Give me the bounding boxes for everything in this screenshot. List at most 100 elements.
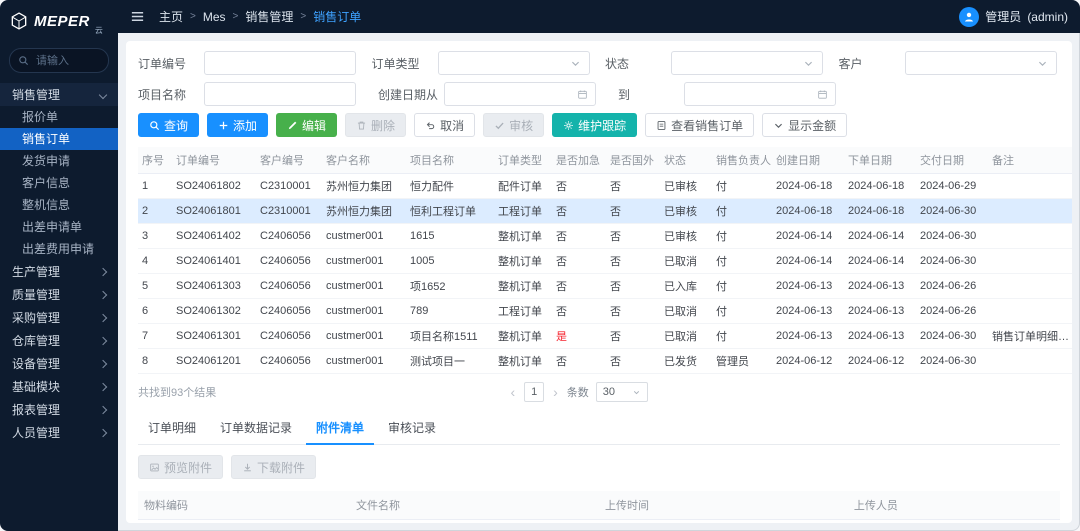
sidebar-item[interactable]: 发货申请 — [0, 150, 118, 172]
filter-label: 订单编号 — [138, 56, 187, 71]
tab[interactable]: 订单明细 — [138, 412, 206, 444]
table-cell: 管理员 — [712, 348, 772, 374]
filter-label: 创建日期从 — [378, 87, 439, 102]
sidebar-group[interactable]: 设备管理 — [0, 352, 118, 375]
maintain-tracking-button[interactable]: 维护跟踪 — [552, 113, 638, 137]
breadcrumb-item[interactable]: Mes — [203, 10, 226, 24]
filter-date-input[interactable] — [692, 86, 813, 102]
table-cell: 2024-06-30 — [916, 348, 988, 374]
user-menu[interactable]: 管理员 (admin) — [959, 6, 1068, 27]
column-header: 备注 — [988, 147, 1072, 174]
table-cell: 整机订单 — [494, 248, 552, 274]
user-name: 管理员 — [985, 10, 1022, 24]
table-row[interactable]: 3 SO24061402 C2406056 custmer001 1615 整机订单否否已… — [138, 223, 1072, 249]
table-row[interactable]: 7 SO24061301 C2406056 custmer001 项目名称1511 整机订… — [138, 323, 1072, 349]
current-page[interactable]: 1 — [524, 382, 545, 402]
table-cell: 付 — [712, 323, 772, 349]
sidebar-item[interactable]: 出差费用申请 — [0, 238, 118, 260]
breadcrumb-item[interactable]: 销售订单 — [313, 8, 361, 25]
table-row[interactable]: 6 SO24061302 C2406056 custmer001 789 工程订单否否已取… — [138, 298, 1072, 324]
tab[interactable]: 审核记录 — [378, 412, 446, 444]
breadcrumb-item[interactable]: 主页 — [159, 8, 183, 25]
sidebar-group-label: 人员管理 — [12, 426, 61, 440]
table-cell: 否 — [552, 248, 606, 274]
filter-input[interactable] — [204, 82, 356, 106]
tab[interactable]: 订单数据记录 — [210, 412, 302, 444]
sidebar-item[interactable]: 出差申请单 — [0, 216, 118, 238]
table-row[interactable]: 8 SO24061201 C2406056 custmer001 测试项目一 整机订单否否… — [138, 348, 1072, 374]
tab[interactable]: 附件清单 — [306, 412, 375, 445]
filter-select[interactable] — [671, 51, 823, 75]
sidebar-group[interactable]: 仓库管理 — [0, 329, 118, 352]
chevron-down-icon — [803, 58, 814, 69]
attachments-table: 物料编码文件名称上传时间上传人员 10000127641 (1).webp202… — [138, 491, 1060, 523]
sidebar-group[interactable]: 基础模块 — [0, 375, 118, 398]
view-sales-order-button[interactable]: 查看销售订单 — [645, 113, 755, 137]
attachment-row[interactable]: 10000127641 (1).webp2024-06-18 15:42:44付 — [138, 519, 1060, 523]
sidebar-group[interactable]: 报表管理 — [0, 398, 118, 421]
button-label: 添加 — [233, 118, 258, 133]
detail-tabs: 订单明细 订单数据记录 附件清单 审核记录 — [138, 412, 1060, 445]
prev-page-button[interactable]: ‹ — [508, 384, 517, 400]
chevron-right-icon — [98, 267, 108, 276]
chevron-right-icon — [98, 359, 108, 368]
next-page-button[interactable]: › — [551, 384, 560, 400]
table-cell: 1615 — [406, 223, 494, 249]
sidebar-item[interactable]: 客户信息 — [0, 172, 118, 194]
table-cell: C2406056 — [256, 223, 322, 249]
column-header: 客户名称 — [322, 147, 406, 174]
breadcrumb-separator: > — [190, 11, 196, 22]
sidebar-group[interactable]: 采购管理 — [0, 306, 118, 329]
table-row[interactable]: 1 SO24061802 C2310001 苏州恒力集团 恒力配件 配件订单否否已审核付 2… — [138, 173, 1072, 199]
filter-date-input[interactable] — [452, 86, 573, 102]
filter-select[interactable] — [904, 51, 1057, 75]
sidebar-search[interactable] — [9, 48, 109, 73]
table-row[interactable]: 4 SO24061401 C2406056 custmer001 1005 整机订单否否已… — [138, 248, 1072, 274]
sales-order-card: 订单编号 订单类型 状态 客户 项目名称 创建日期从到 查询 添加 编辑 删除 取消 审核 维护跟踪… — [126, 41, 1072, 523]
orders-table: 序号 订单编号 客户编号 客户名称 项目名称 订单类型 是否加急 是否国外 状态 销售负责人 创建日… — [138, 147, 1072, 374]
collapse-menu-icon[interactable] — [130, 9, 145, 24]
brand-suffix: 云 — [94, 26, 103, 35]
filter-select[interactable] — [437, 51, 590, 75]
sidebar-group[interactable]: 销售管理 — [0, 83, 118, 106]
column-header: 是否加急 — [552, 147, 606, 174]
table-cell: 否 — [552, 198, 606, 224]
page-size-select[interactable]: 30 — [595, 382, 648, 402]
filter-label: 项目名称 — [138, 87, 187, 102]
query-button[interactable]: 查询 — [138, 113, 200, 137]
search-icon — [149, 120, 160, 131]
table-cell: 2024-06-30 — [916, 223, 988, 249]
add-button[interactable]: 添加 — [207, 113, 269, 137]
pager: ‹ 1 › 条数 30 — [508, 382, 648, 402]
sidebar-group[interactable]: 质量管理 — [0, 283, 118, 306]
filter-label: 到 — [618, 87, 631, 102]
sidebar-search-input[interactable] — [34, 53, 98, 68]
breadcrumb-item[interactable]: 销售管理 — [245, 8, 293, 25]
download-attachment-button: 下载附件 — [231, 455, 317, 479]
column-header: 销售负责人 — [712, 147, 772, 174]
sidebar-item[interactable]: 报价单 — [0, 106, 118, 128]
filter-field: 客户 — [839, 51, 1061, 75]
edit-button[interactable]: 编辑 — [276, 113, 338, 137]
sidebar-item[interactable]: 销售订单 — [0, 128, 118, 150]
sidebar-group[interactable]: 人员管理 — [0, 421, 118, 444]
show-amount-button[interactable]: 显示金额 — [762, 113, 848, 137]
table-cell: 否 — [606, 248, 660, 274]
download-icon — [242, 462, 253, 473]
table-cell: 付 — [712, 248, 772, 274]
sidebar-group[interactable]: 生产管理 — [0, 260, 118, 283]
cancel-button[interactable]: 取消 — [414, 113, 476, 137]
column-header: 创建日期 — [772, 147, 844, 174]
filter-date[interactable] — [684, 82, 836, 106]
search-icon — [18, 55, 29, 66]
button-label: 预览附件 — [164, 460, 213, 475]
sidebar-item[interactable]: 整机信息 — [0, 194, 118, 216]
column-header: 物料编码 — [138, 491, 351, 520]
filter-input[interactable] — [204, 51, 356, 75]
table-row[interactable]: 5 SO24061303 C2406056 custmer001 项1652 整机订单否否… — [138, 273, 1072, 299]
filter-date[interactable] — [444, 82, 596, 106]
table-cell: 2024-06-29 — [916, 173, 988, 199]
table-cell: C2406056 — [256, 248, 322, 274]
table-row[interactable]: 2 SO24061801 C2310001 苏州恒力集团 恒利工程订单 工程订单否否已审核… — [138, 198, 1072, 224]
audit-button: 审核 — [483, 113, 545, 137]
